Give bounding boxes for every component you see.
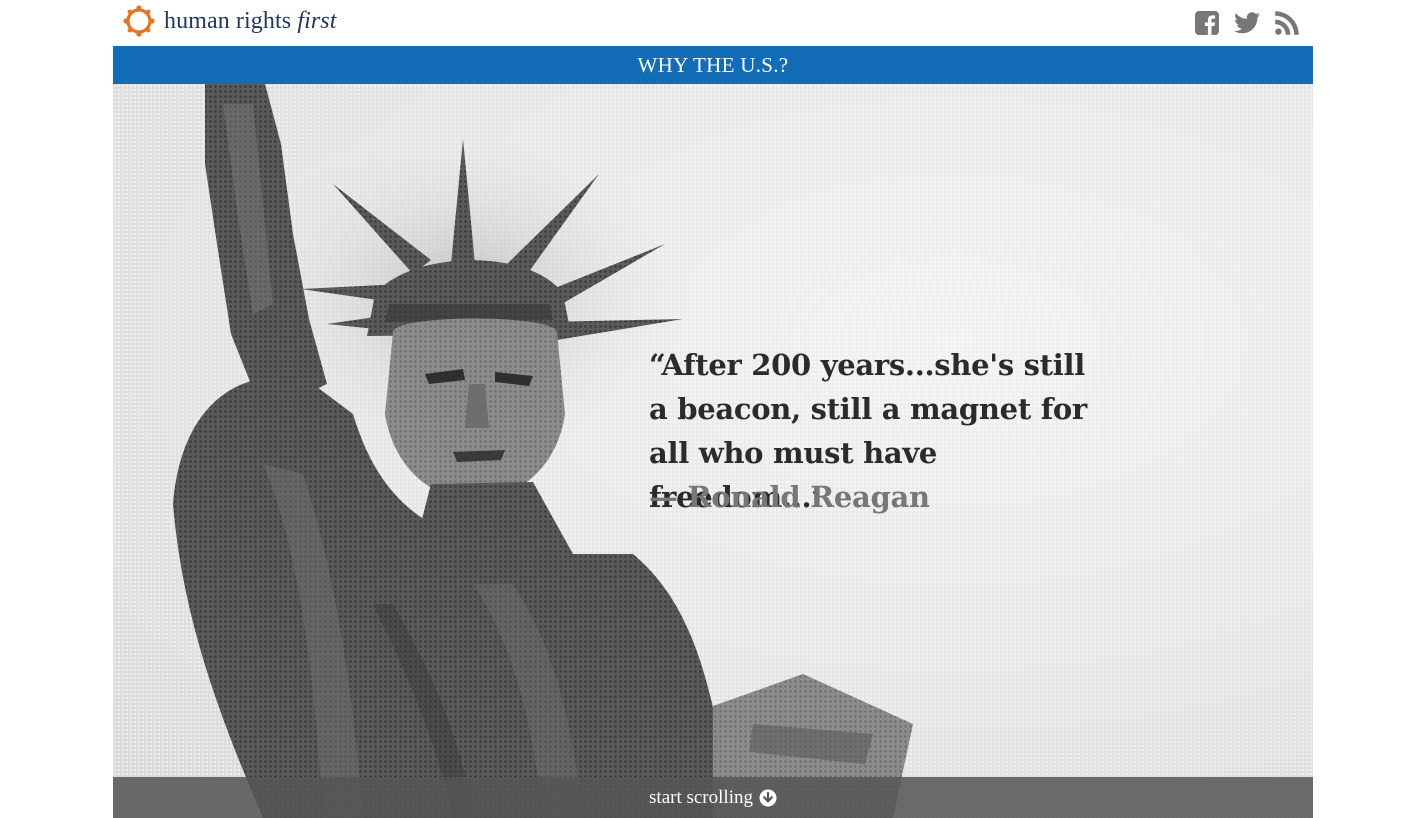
logo-text: human rights first	[164, 3, 337, 39]
quote-attribution: — Ronald Reagan	[649, 480, 930, 514]
logo-text-emphasis: first	[297, 8, 337, 34]
start-scrolling-label: start scrolling	[649, 786, 753, 808]
start-scrolling-bar[interactable]: start scrolling	[113, 777, 1313, 818]
facebook-icon	[1195, 11, 1219, 35]
twitter-button[interactable]	[1234, 9, 1260, 37]
logo-text-main: human rights	[164, 8, 292, 34]
social-links	[1194, 8, 1300, 38]
site-logo[interactable]: human rights first	[119, 3, 337, 39]
hero-section: “After 200 years...she's still a beacon,…	[113, 84, 1313, 818]
logo-icon	[123, 5, 155, 37]
twitter-icon	[1234, 12, 1260, 34]
banner-title: WHY THE U.S.?	[637, 52, 789, 77]
facebook-button[interactable]	[1194, 9, 1220, 37]
rss-icon	[1275, 11, 1299, 35]
top-bar: human rights first	[0, 0, 1418, 46]
rss-button[interactable]	[1274, 9, 1300, 37]
section-banner: WHY THE U.S.?	[113, 46, 1313, 84]
arrow-circle-down-icon	[759, 789, 777, 807]
